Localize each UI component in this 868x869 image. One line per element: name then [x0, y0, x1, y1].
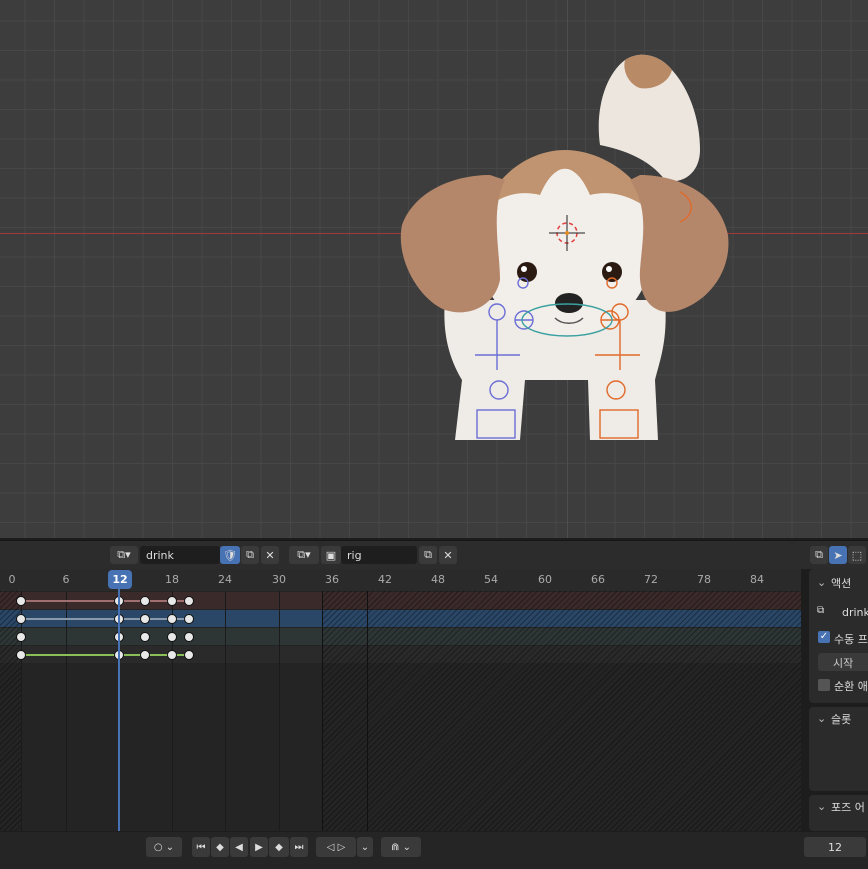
tick-label: 54 — [484, 573, 498, 586]
select-tool-cursor-icon[interactable]: ➤ — [829, 546, 847, 564]
tick-label: 72 — [644, 573, 658, 586]
keyframe[interactable] — [167, 614, 177, 624]
object-icon: ▣ — [321, 546, 341, 564]
action-panel: ⌄ 액션 ⧉ drink ✓ 수동 프 시작 순환 애 — [809, 569, 868, 703]
out-of-range-shade — [322, 591, 801, 831]
tick-label: 60 — [538, 573, 552, 586]
keyframe[interactable] — [16, 632, 26, 642]
play-icon[interactable]: ▶ — [250, 837, 268, 857]
pose-panel-title[interactable]: 포즈 어 — [831, 799, 865, 815]
hold-bar — [21, 600, 189, 602]
keyframe[interactable] — [140, 632, 150, 642]
keyframe[interactable] — [16, 614, 26, 624]
tick-label: 30 — [272, 573, 286, 586]
tick-label: 6 — [62, 573, 70, 586]
unlink-slot-close-icon[interactable]: ✕ — [439, 546, 457, 564]
tick-label: 18 — [165, 573, 179, 586]
play-reverse-icon[interactable]: ◀ — [230, 837, 248, 857]
jump-end-icon[interactable]: ⏭ — [290, 837, 308, 857]
prev-next-marker-buttons[interactable]: ◁ ▷ — [316, 837, 356, 857]
keyframe-tracks[interactable] — [0, 591, 801, 831]
slot-panel-title[interactable]: 슬롯 — [831, 711, 851, 727]
snap-magnet-icon: ⋒ ⌄ — [391, 841, 411, 853]
keyframe[interactable] — [167, 596, 177, 606]
fake-user-shield-icon[interactable]: 🛡 — [220, 546, 240, 564]
out-of-range-shade — [0, 591, 21, 831]
current-frame-indicator[interactable]: 12 — [108, 570, 132, 589]
playback-footer: ○ ⌄ ⏮ ◆ ◀ ▶ ◆ ⏭ ◁ ▷ ⌄ ⋒ ⌄ 12 — [0, 832, 868, 869]
properties-sidebar: ⌄ 액션 ⧉ drink ✓ 수동 프 시작 순환 애 ⌄ 슬롯 ⌄ 포즈 어 — [804, 569, 868, 831]
action-name-field[interactable]: drink — [140, 546, 220, 564]
action-browse-button[interactable]: ⧉▾ — [110, 546, 138, 564]
dog-model[interactable] — [0, 0, 868, 538]
marker-nav-icon: ◁ ▷ — [326, 841, 346, 853]
duplicate-action-icon[interactable]: ⧉ — [241, 546, 259, 564]
playhead-line[interactable] — [118, 589, 120, 831]
prev-keyframe-icon[interactable]: ◆ — [211, 837, 229, 857]
3d-viewport[interactable] — [0, 0, 868, 538]
snapping-button[interactable]: ⋒ ⌄ — [381, 837, 421, 857]
slot-panel: ⌄ 슬롯 — [809, 707, 868, 791]
marker-dropdown-icon[interactable]: ⌄ — [357, 837, 373, 857]
keyframe[interactable] — [184, 596, 194, 606]
keyframe[interactable] — [184, 650, 194, 660]
cyclic-label: 순환 애 — [834, 680, 868, 693]
tick-label: 84 — [750, 573, 764, 586]
chevron-down-icon[interactable]: ⌄ — [817, 800, 826, 813]
tick-label: 36 — [325, 573, 339, 586]
action-panel-title[interactable]: 액션 — [831, 575, 851, 591]
tick-label: 66 — [591, 573, 605, 586]
tick-label: 48 — [431, 573, 445, 586]
object-name-field[interactable]: rig — [341, 546, 417, 564]
box-select-icon[interactable]: ⬚ — [848, 546, 866, 564]
action-field[interactable]: drink — [842, 606, 868, 619]
tick-label: 24 — [218, 573, 232, 586]
keyframe[interactable] — [16, 650, 26, 660]
keying-record-button[interactable]: ○ ⌄ — [146, 837, 182, 857]
pose-panel: ⌄ 포즈 어 — [809, 795, 868, 831]
keyframe[interactable] — [140, 614, 150, 624]
current-frame-field[interactable]: 12 — [804, 837, 866, 857]
keyframe[interactable] — [167, 632, 177, 642]
chevron-down-icon[interactable]: ⌄ — [817, 712, 826, 725]
keyframe[interactable] — [184, 632, 194, 642]
action-icon: ⧉ — [817, 605, 825, 616]
action-icon: ⧉▾ — [117, 548, 131, 561]
keyframe[interactable] — [140, 596, 150, 606]
manual-frame-label: 수동 프 — [834, 633, 868, 646]
keyframe[interactable] — [184, 614, 194, 624]
duplicate-slot-icon[interactable]: ⧉ — [419, 546, 437, 564]
hold-bar — [21, 654, 189, 656]
start-field[interactable]: 시작 — [818, 653, 868, 671]
tick-label: 0 — [8, 573, 16, 586]
dopesheet-header: ⧉▾ drink 🛡 ⧉ ✕ ⧉▾ ▣ rig ⧉ ✕ ⧉ ➤ ⬚ — [0, 540, 868, 569]
start-label: 시작 — [833, 657, 854, 670]
next-keyframe-icon[interactable]: ◆ — [269, 837, 289, 857]
jump-start-icon[interactable]: ⏮ — [192, 837, 210, 857]
chevron-down-icon[interactable]: ⌄ — [817, 576, 826, 589]
keyframe[interactable] — [16, 596, 26, 606]
editor-type-icon[interactable]: ⧉ — [810, 546, 828, 564]
hold-bar — [21, 618, 189, 620]
tick-label: 78 — [697, 573, 711, 586]
slot-browse-button[interactable]: ⧉▾ — [289, 546, 319, 564]
keyframe[interactable] — [167, 650, 177, 660]
manual-frame-checkbox[interactable]: ✓ — [818, 631, 830, 643]
unlink-action-close-icon[interactable]: ✕ — [261, 546, 279, 564]
slot-icon: ⧉▾ — [297, 548, 311, 561]
record-circle-icon: ○ ⌄ — [153, 841, 175, 853]
tick-label: 42 — [378, 573, 392, 586]
keyframe[interactable] — [140, 650, 150, 660]
cyclic-checkbox[interactable] — [818, 679, 830, 691]
